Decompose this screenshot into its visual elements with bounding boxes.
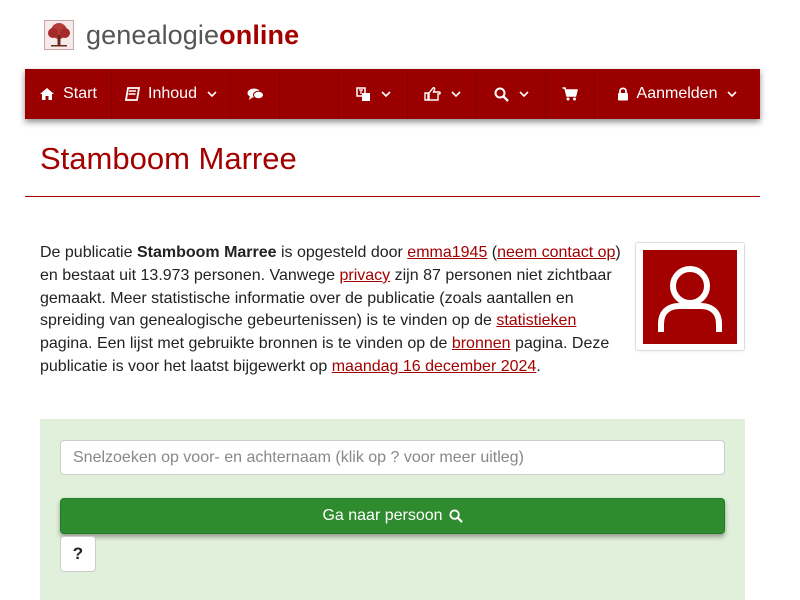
desc-text: De publicatie bbox=[40, 244, 137, 261]
desc-text: . bbox=[536, 357, 541, 375]
nav-login-label: Aanmelden bbox=[636, 85, 718, 102]
logo-text-online: online bbox=[219, 20, 300, 50]
shopping-cart-icon bbox=[562, 87, 578, 101]
site-logo[interactable]: genealogieonline bbox=[44, 18, 299, 52]
title-divider bbox=[25, 196, 760, 197]
desc-text: is opgesteld door bbox=[276, 244, 408, 261]
logo-text-genealogie: genealogie bbox=[86, 20, 220, 50]
quick-search-panel: Ga naar persoon ? bbox=[40, 419, 745, 600]
site-name: genealogieonline bbox=[86, 18, 299, 52]
contact-link[interactable]: neem contact op bbox=[497, 244, 615, 261]
nav-inhoud[interactable]: Inhoud bbox=[112, 69, 231, 119]
nav-search[interactable] bbox=[477, 69, 546, 119]
chevron-down-icon bbox=[380, 90, 391, 98]
hand-pointer-icon bbox=[423, 87, 441, 101]
desc-text: ( bbox=[487, 244, 498, 261]
publication-name: Stamboom Marree bbox=[136, 244, 277, 261]
search-icon bbox=[494, 87, 509, 102]
nav-spacer bbox=[280, 69, 339, 119]
go-to-person-label: Ga naar persoon bbox=[322, 507, 443, 524]
comments-icon bbox=[247, 87, 264, 101]
search-icon bbox=[448, 509, 463, 523]
quick-search-input[interactable] bbox=[60, 440, 725, 475]
nav-start[interactable]: Start bbox=[25, 69, 112, 119]
lock-icon bbox=[617, 87, 629, 101]
search-help-button[interactable]: ? bbox=[60, 536, 96, 572]
book-icon bbox=[125, 87, 141, 101]
home-icon bbox=[39, 87, 55, 101]
author-avatar-frame[interactable] bbox=[635, 242, 745, 351]
desc-text: pagina. Een lijst met gebruikte bronnen … bbox=[40, 335, 452, 353]
nav-inhoud-label: Inhoud bbox=[148, 85, 197, 102]
nav-forum[interactable] bbox=[231, 69, 280, 119]
avatar bbox=[643, 250, 737, 344]
page-title: Stamboom Marree bbox=[40, 141, 297, 176]
chevron-down-icon bbox=[207, 90, 217, 98]
user-icon bbox=[658, 266, 722, 332]
last-updated-link[interactable]: maandag 16 december 2024 bbox=[332, 358, 537, 375]
go-to-person-button[interactable]: Ga naar persoon bbox=[60, 498, 725, 534]
main-navbar: Start Inhoud Aanmelden bbox=[25, 69, 760, 119]
sources-link[interactable]: bronnen bbox=[452, 335, 511, 352]
statistics-link[interactable]: statistieken bbox=[496, 312, 576, 329]
author-link[interactable]: emma1945 bbox=[407, 244, 487, 261]
nav-language[interactable] bbox=[339, 69, 408, 119]
nav-login[interactable]: Aanmelden bbox=[595, 69, 759, 119]
nav-start-label: Start bbox=[63, 85, 97, 102]
publication-description: De publicatie Stamboom Marree is opgeste… bbox=[40, 242, 622, 379]
chevron-down-icon bbox=[518, 90, 529, 98]
nav-share[interactable] bbox=[408, 69, 477, 119]
privacy-link[interactable]: privacy bbox=[339, 267, 390, 284]
translate-icon bbox=[355, 86, 371, 102]
chevron-down-icon bbox=[450, 90, 461, 98]
chevron-down-icon bbox=[727, 90, 738, 98]
tree-logo-icon bbox=[44, 20, 74, 50]
nav-cart[interactable] bbox=[546, 69, 595, 119]
